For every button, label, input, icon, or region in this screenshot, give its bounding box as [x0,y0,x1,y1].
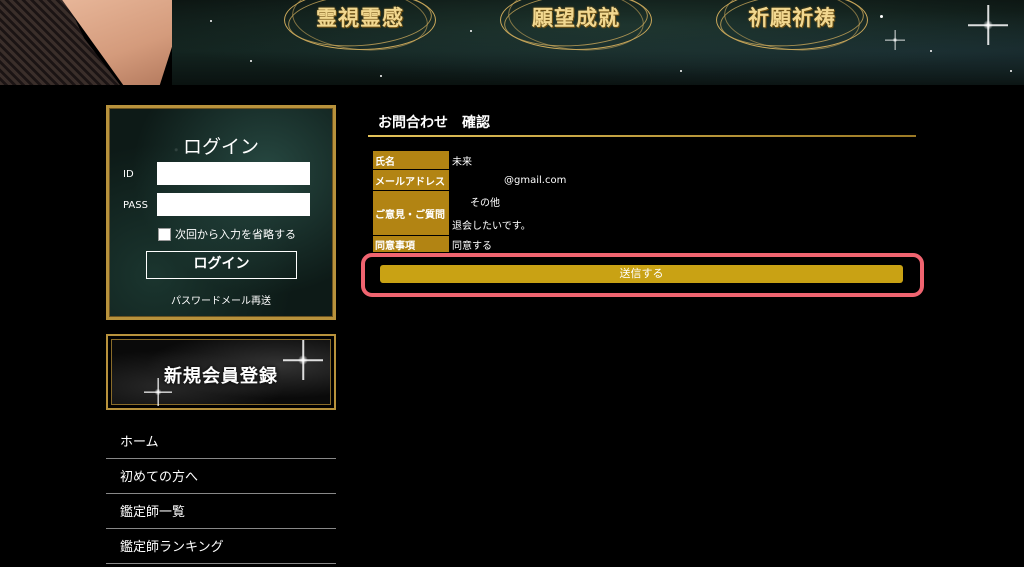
star-icon [880,15,883,18]
badge-wish-fulfillment[interactable]: 願望成就 [500,0,652,56]
row-value-consent: 同意する [452,240,492,252]
password-resend-link[interactable]: パスワードメール再送 [109,292,333,307]
login-title: ログイン [182,136,259,158]
badge-label: 霊視霊感 [316,5,404,30]
sparkle-icon [885,30,905,50]
table-row: メールアドレス @gmail.com [373,170,568,190]
page-title: お問合わせ 確認 [378,115,490,131]
nav-item-readers-ranking[interactable]: 鑑定師ランキング [106,529,336,564]
row-label-consent: 同意事項 [373,236,450,252]
banner-portrait [0,0,172,85]
inquiry-category: その他 [470,198,500,209]
id-input[interactable] [157,162,310,185]
badge-label: 祈願祈祷 [748,5,836,30]
submit-button[interactable]: 送信する [380,265,903,283]
star-icon [1010,70,1012,72]
header-banner: 霊視霊感 願望成就 祈願祈祷 [0,0,1024,85]
table-row: ご意見・ご質問 その他 退会したいです。 [373,191,568,235]
row-value-name: 未来 [452,156,472,168]
inquiry-message: 退会したいです。 [452,221,531,232]
row-value-email: @gmail.com [450,170,568,190]
table-row: 同意事項 同意する [373,236,568,252]
star-icon [250,60,252,62]
remember-checkbox[interactable] [158,227,171,241]
row-label-inquiry: ご意見・ご質問 [373,191,450,235]
sparkle-icon [968,5,1008,45]
title-divider [368,135,916,137]
login-button[interactable]: ログイン [146,251,297,279]
row-label-email: メールアドレス [373,170,450,190]
badge-spirit-vision[interactable]: 霊視霊感 [284,0,436,56]
remember-me[interactable]: 次回から入力を省略する [158,226,296,242]
register-banner[interactable]: 新規会員登録 [106,334,336,410]
star-icon [380,75,382,77]
email-value: @gmail.com [504,174,567,186]
login-panel: ログイン ID PASS 次回から入力を省略する ログイン パスワードメール再送 [106,105,336,320]
nav-item-readers-list[interactable]: 鑑定師一覧 [106,494,336,529]
id-label: ID [123,169,134,180]
badge-prayer[interactable]: 祈願祈祷 [716,0,868,56]
table-row: 氏名 未来 [373,151,568,169]
pass-label: PASS [123,200,148,211]
side-nav: ホーム 初めての方へ 鑑定師一覧 鑑定師ランキング [106,424,336,564]
star-icon [210,20,212,22]
register-label: 新規会員登録 [164,366,278,387]
nav-item-beginners[interactable]: 初めての方へ [106,459,336,494]
badge-label: 願望成就 [532,5,620,30]
star-icon [680,70,682,72]
row-value-inquiry: その他 退会したいです。 [450,191,568,235]
password-input[interactable] [157,193,310,216]
confirm-table: 氏名 未来 メールアドレス @gmail.com ご意見・ご質問 その他 退会し… [373,150,568,253]
nav-item-home[interactable]: ホーム [106,424,336,459]
remember-label: 次回から入力を省略する [175,228,296,241]
star-icon [470,30,472,32]
row-label-name: 氏名 [373,151,450,169]
star-icon [930,50,932,52]
